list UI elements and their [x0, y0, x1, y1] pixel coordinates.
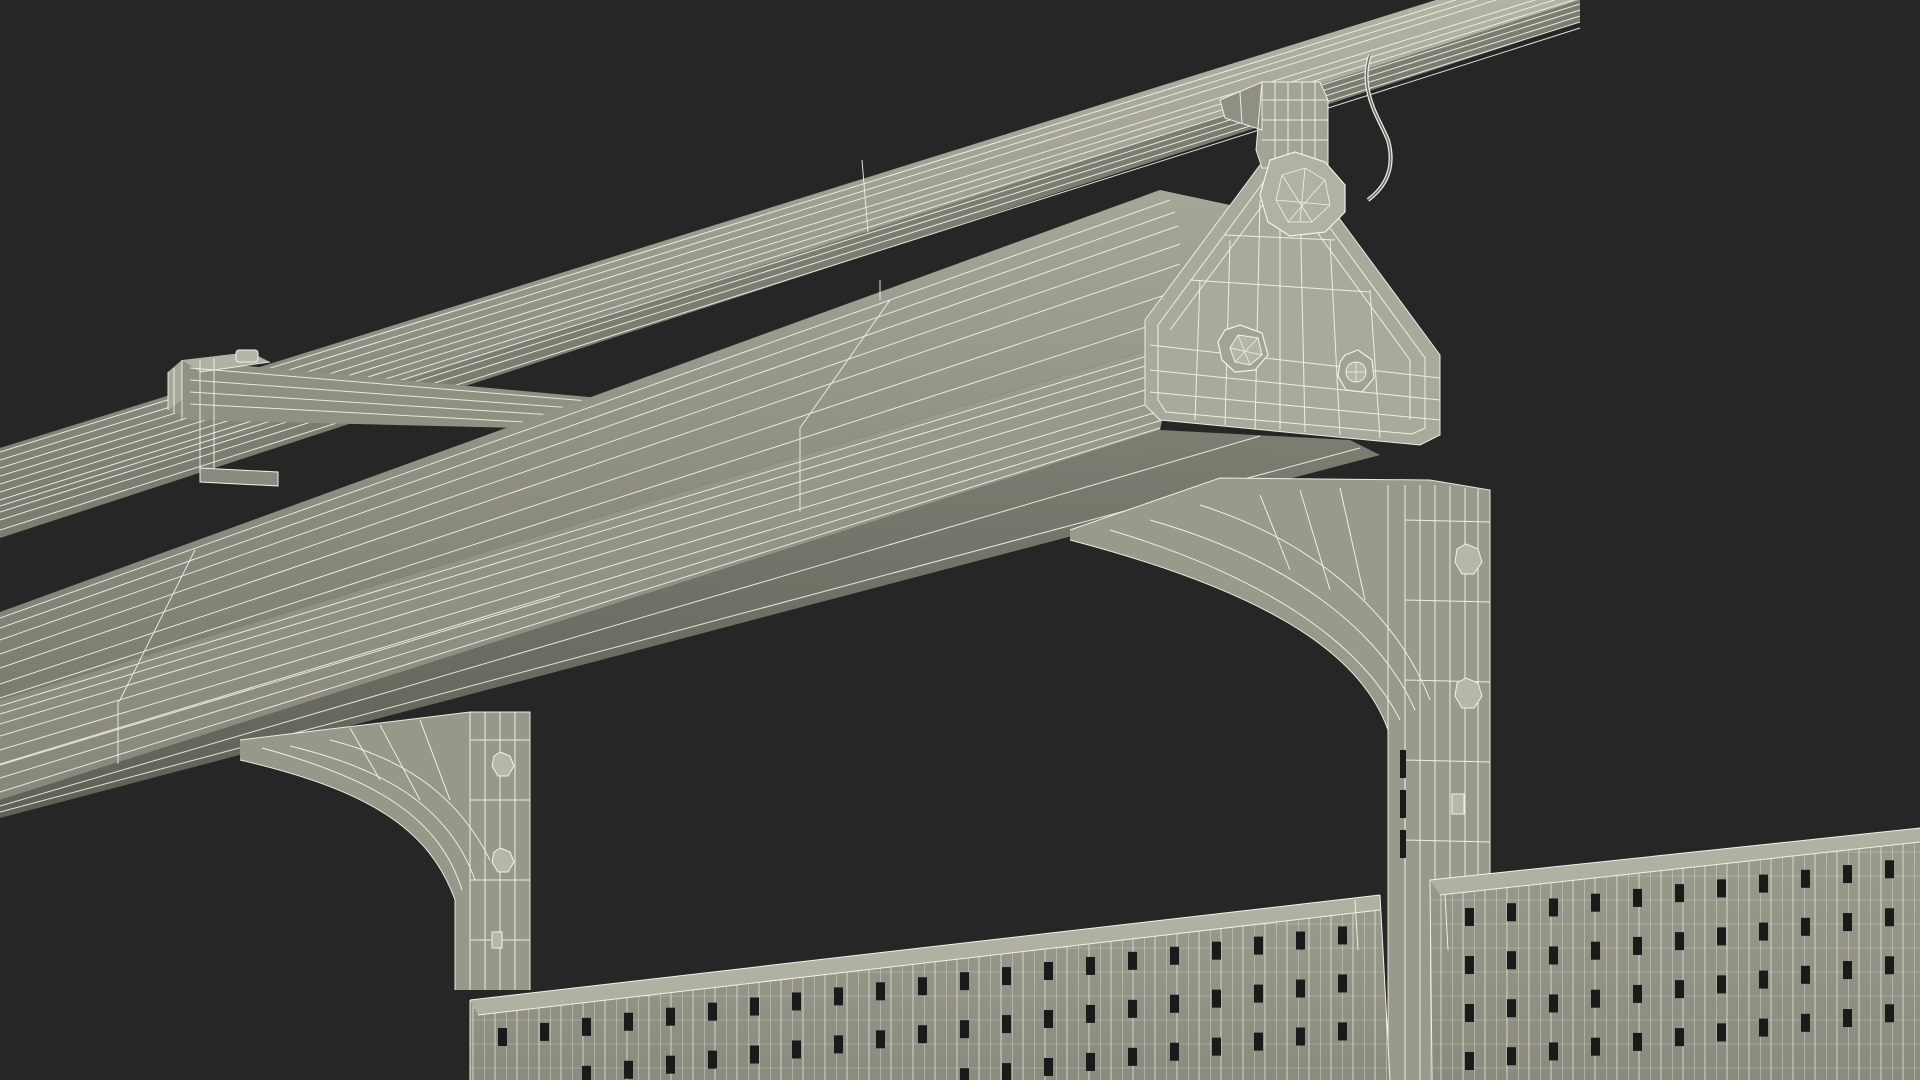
pegboard-hole: [1128, 951, 1137, 970]
pegboard-hole: [1885, 908, 1894, 927]
pegboard-hole: [1212, 1037, 1221, 1056]
pegboard-hole: [834, 1035, 843, 1054]
pegboard-hole: [1254, 984, 1263, 1003]
pegboard-hole: [1591, 893, 1600, 912]
pegboard-hole: [1801, 917, 1810, 936]
pegboard-hole: [1212, 941, 1221, 960]
support-bracket-left: [239, 711, 531, 990]
pegboard-hole: [1170, 1042, 1179, 1061]
pegboard-hole: [1549, 898, 1558, 917]
pegboard-hole: [1675, 1028, 1684, 1047]
pegboard-hole: [582, 1017, 591, 1036]
pegboard-hole: [876, 1030, 885, 1049]
pegboard-hole: [540, 1022, 549, 1041]
pegboard-hole: [1885, 860, 1894, 879]
pegboard-hole: [834, 987, 843, 1006]
pegboard-hole: [1465, 908, 1474, 926]
pegboard-hole: [1086, 956, 1095, 975]
pegboard-panel-left: [469, 894, 1391, 1080]
pegboard-hole: [1675, 884, 1684, 903]
pegboard-hole: [1465, 1004, 1474, 1022]
pegboard-hole: [1759, 1018, 1768, 1037]
pegboard-hole: [750, 1045, 759, 1064]
pegboard-hole: [1002, 967, 1011, 986]
pegboard-hole: [792, 1040, 801, 1059]
pegboard-hole: [1212, 989, 1221, 1008]
pegboard-hole: [1170, 946, 1179, 965]
pegboard-hole: [666, 1007, 675, 1026]
pegboard-hole: [1675, 932, 1684, 951]
pegboard-hole: [1465, 956, 1474, 974]
pegboard-hole: [1591, 941, 1600, 960]
pegboard-hole: [1591, 989, 1600, 1008]
wireframe-render: [0, 0, 1920, 1080]
pegboard-hole: [876, 982, 885, 1001]
pegboard-hole: [708, 1050, 717, 1069]
pegboard-hole: [1296, 931, 1305, 950]
pegboard-hole: [1717, 975, 1726, 994]
pegboard-panel-right: [1429, 827, 1920, 1080]
pegboard-hole: [1633, 888, 1642, 907]
pegboard-hole: [1885, 956, 1894, 975]
pegboard-hole: [1507, 903, 1516, 922]
pegboard-hole: [1044, 1009, 1053, 1028]
pegboard-hole: [918, 1025, 927, 1044]
pegboard-hole: [1465, 1052, 1474, 1070]
pegboard-hole: [1128, 1047, 1137, 1066]
pegboard-hole: [960, 972, 969, 991]
pegboard-hole: [624, 1012, 633, 1031]
pegboard-hole: [1254, 936, 1263, 955]
pegboard-hole: [1507, 1047, 1516, 1066]
pegboard-hole: [1549, 994, 1558, 1013]
pegboard-hole: [918, 977, 927, 996]
pegboard-hole: [1044, 961, 1053, 980]
pegboard-hole: [1296, 1027, 1305, 1046]
pegboard-hole: [1885, 1004, 1894, 1023]
pegboard-hole: [624, 1060, 633, 1079]
pegboard-hole: [960, 1020, 969, 1039]
pegboard-hole: [1717, 879, 1726, 898]
pegboard-hole: [750, 997, 759, 1016]
pegboard-hole: [1675, 980, 1684, 999]
pegboard-hole: [708, 1002, 717, 1021]
pegboard-hole: [1128, 999, 1137, 1018]
pegboard-hole: [1843, 913, 1852, 932]
adjustment-knob: [1259, 151, 1346, 237]
pegboard-hole: [1002, 1015, 1011, 1034]
pegboard-hole: [1759, 970, 1768, 989]
pegboard-hole: [498, 1028, 507, 1046]
pegboard-hole: [666, 1055, 675, 1074]
pegboard-hole: [792, 992, 801, 1011]
pegboard-hole: [960, 1068, 969, 1080]
pegboard-hole: [1843, 865, 1852, 884]
pegboard-hole: [1549, 946, 1558, 965]
pegboard-hole: [1044, 1057, 1053, 1076]
pegboard-hole: [1086, 1004, 1095, 1023]
pegboard-hole: [1591, 1037, 1600, 1056]
pegboard-hole: [1296, 979, 1305, 998]
pegboard-hole: [1801, 1013, 1810, 1032]
pegboard-hole: [1843, 1009, 1852, 1028]
pegboard-hole: [1633, 936, 1642, 955]
pegboard-hole: [1759, 922, 1768, 941]
pegboard-hole: [1002, 1063, 1011, 1080]
pegboard-hole: [1633, 1032, 1642, 1051]
pegboard-hole: [1170, 994, 1179, 1013]
pegboard-hole: [1338, 926, 1347, 945]
pegboard-hole: [1759, 874, 1768, 893]
pegboard-hole: [1086, 1052, 1095, 1071]
pegboard-hole: [1717, 1023, 1726, 1042]
pegboard-hole: [1801, 965, 1810, 984]
pegboard-hole: [1507, 951, 1516, 970]
pegboard-hole: [1717, 927, 1726, 946]
pegboard-hole: [582, 1065, 591, 1080]
pegboard-hole: [1507, 999, 1516, 1018]
pegboard-hole: [1843, 961, 1852, 980]
pegboard-hole: [1549, 1042, 1558, 1061]
pegboard-hole: [1338, 974, 1347, 993]
pegboard-hole: [1801, 869, 1810, 888]
pegboard-hole: [1254, 1032, 1263, 1051]
pegboard-hole: [1633, 984, 1642, 1003]
pegboard-hole: [1338, 1022, 1347, 1041]
